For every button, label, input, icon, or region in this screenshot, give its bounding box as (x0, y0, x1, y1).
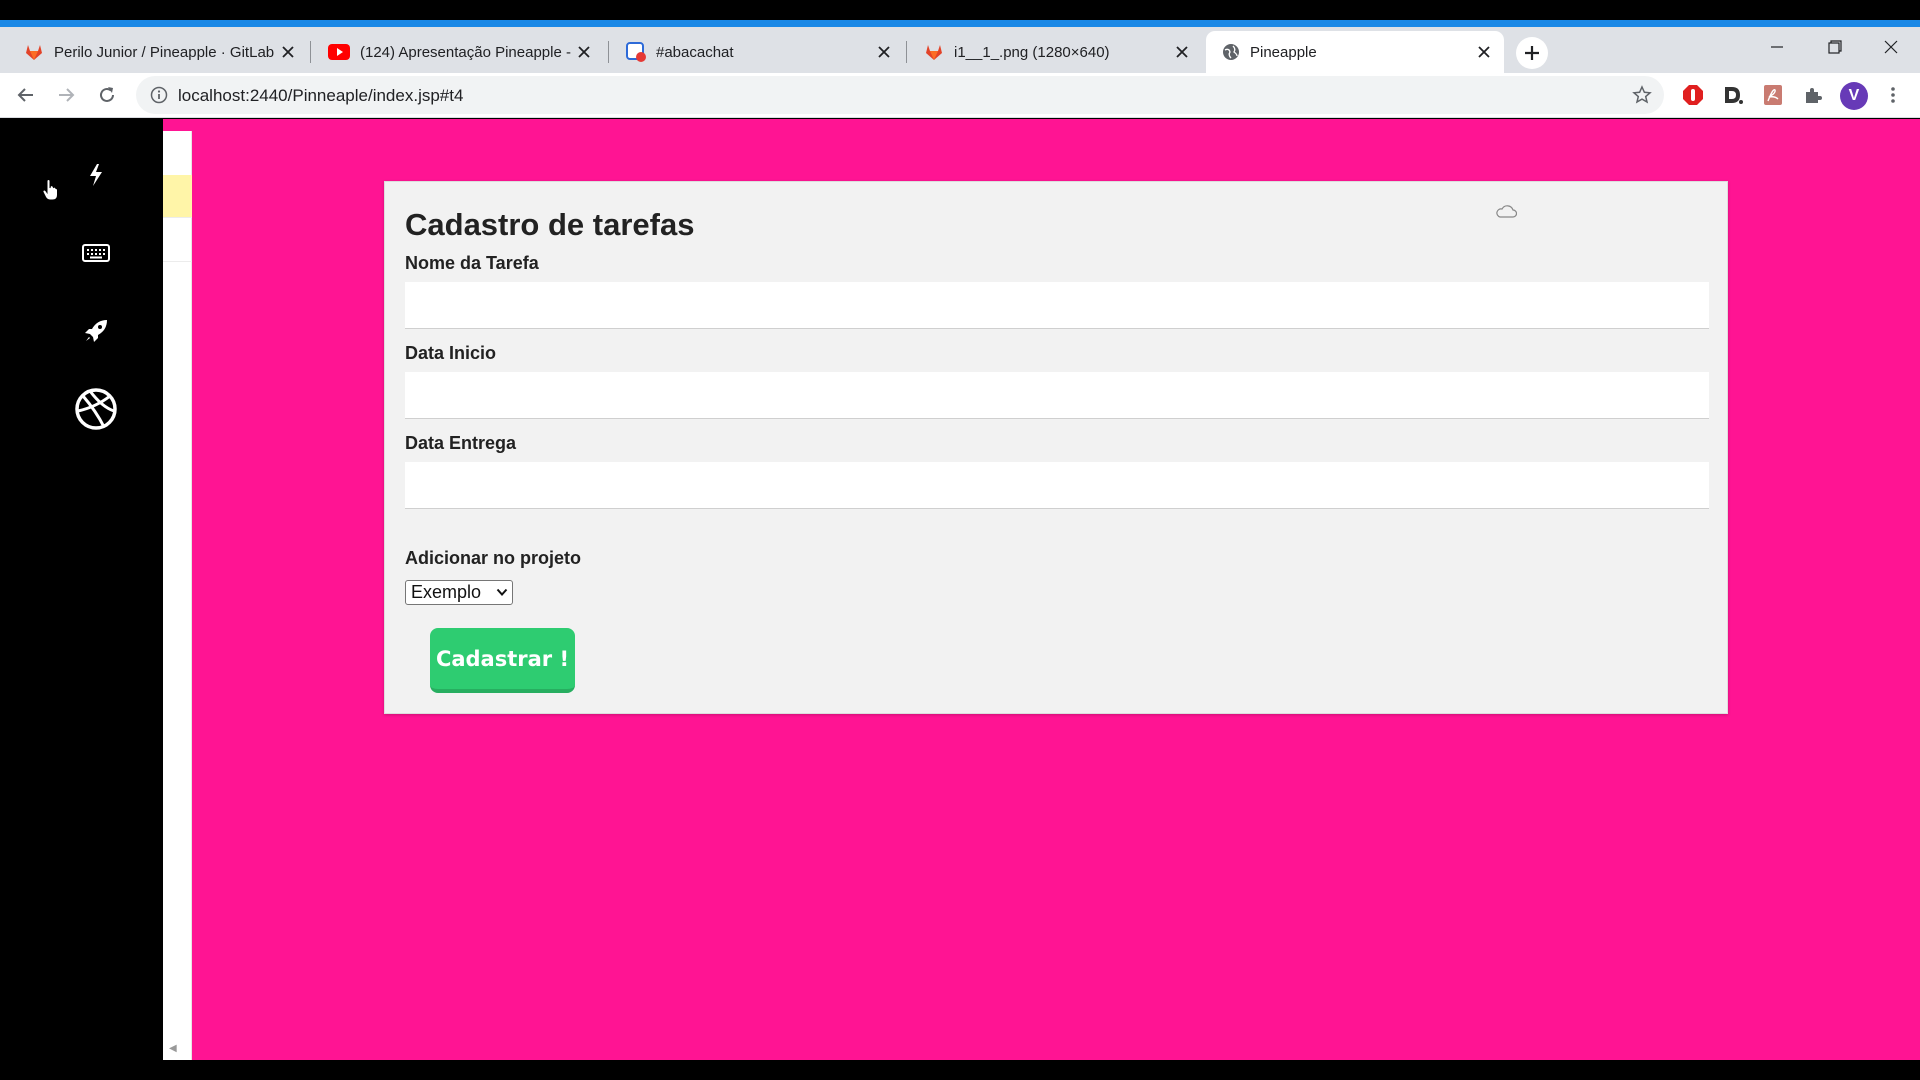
page-viewport: ◀ Cadastro de tarefas Nome da Tarefa Dat… (0, 119, 1920, 1060)
plus-icon (1525, 46, 1539, 60)
new-tab-button[interactable] (1516, 37, 1548, 69)
dribbble-icon (75, 388, 117, 430)
chat-icon (626, 42, 646, 62)
close-icon[interactable] (574, 42, 594, 62)
minimize-icon (1771, 46, 1783, 48)
task-form-card: Cadastro de tarefas Nome da Tarefa Data … (384, 181, 1728, 714)
start-date-label: Data Inicio (405, 343, 497, 363)
tab-title: (124) Apresentação Pineapple - E (360, 43, 574, 61)
profile-avatar[interactable]: V (1840, 82, 1868, 110)
close-icon[interactable] (1172, 42, 1192, 62)
sidebar-item-keyboard[interactable] (72, 229, 120, 277)
gitlab-icon (926, 45, 942, 60)
restore-icon (1828, 40, 1842, 54)
tab-abacachat[interactable]: #abacachat (610, 31, 904, 73)
task-name-input[interactable] (405, 282, 1709, 329)
close-icon[interactable] (278, 42, 298, 62)
tab-youtube[interactable]: (124) Apresentação Pineapple - E (312, 31, 604, 73)
minimize-button[interactable] (1748, 27, 1806, 67)
bottom-bar (0, 1060, 1920, 1080)
forward-button[interactable] (50, 79, 82, 111)
d-extension-icon[interactable] (1720, 82, 1746, 108)
arrow-right-icon (59, 88, 75, 102)
sidebar-item-rocket[interactable] (72, 307, 120, 355)
tab-image[interactable]: i1__1_.png (1280×640) (908, 31, 1202, 73)
reload-icon (100, 87, 114, 102)
highlighted-line (163, 175, 192, 217)
gitlab-icon (26, 45, 42, 60)
keyboard-icon (82, 244, 110, 262)
tab-title: i1__1_.png (1280×640) (954, 43, 1110, 61)
restore-button[interactable] (1806, 27, 1864, 67)
arrow-left-icon (17, 88, 33, 102)
delivery-date-label: Data Entrega (405, 433, 517, 453)
tab-gitlab-pineapple[interactable]: Perilo Junior / Pineapple · GitLab (8, 31, 308, 73)
tab-strip: Perilo Junior / Pineapple · GitLab (124)… (0, 27, 1920, 73)
youtube-icon (328, 44, 350, 60)
tab-separator (906, 41, 907, 63)
window-top-accent (0, 20, 1920, 27)
close-window-button[interactable] (1862, 27, 1920, 67)
scroll-left-arrow-icon[interactable]: ◀ (169, 1043, 177, 1054)
sidebar-item-dribbble[interactable] (72, 385, 120, 433)
line-divider (163, 261, 192, 262)
page-title: Cadastro de tarefas (405, 207, 695, 242)
tab-title: Pineapple (1250, 43, 1317, 61)
puzzle-extension-icon[interactable] (1800, 82, 1826, 108)
bookmark-star-icon[interactable] (1632, 85, 1652, 110)
pdf-extension-icon[interactable] (1760, 82, 1786, 108)
submit-button[interactable]: Cadastrar ! (430, 628, 575, 693)
tab-title: #abacachat (656, 43, 734, 61)
lightning-icon (90, 164, 102, 186)
hand-cursor-icon (42, 178, 58, 206)
sidebar-item-lightning[interactable] (72, 151, 120, 199)
editor-gutter-pane: ◀ (163, 131, 192, 1060)
start-date-input[interactable] (405, 372, 1709, 419)
url-text: localhost:2440/Pinneaple/index.jsp#t4 (178, 86, 464, 105)
tab-separator (310, 41, 311, 63)
project-select-value: Exemplo (411, 582, 482, 602)
tab-separator (608, 41, 609, 63)
browser-toolbar: localhost:2440/Pinneaple/index.jsp#t4 V (0, 73, 1920, 118)
task-name-label: Nome da Tarefa (405, 253, 539, 273)
reload-button[interactable] (91, 79, 123, 111)
globe-icon (1223, 44, 1239, 60)
chevron-down-icon (496, 588, 508, 596)
project-label: Adicionar no projeto (405, 548, 582, 568)
project-select[interactable]: Exemplo (405, 580, 513, 605)
tab-pineapple[interactable]: Pineapple (1206, 31, 1504, 73)
sidebar (0, 119, 163, 1060)
adblock-extension-icon[interactable] (1680, 82, 1706, 108)
close-icon (1884, 40, 1898, 54)
tab-title: Perilo Junior / Pineapple · GitLab (54, 43, 275, 61)
close-icon[interactable] (874, 42, 894, 62)
close-icon[interactable] (1474, 42, 1494, 62)
cloud-icon (1495, 204, 1518, 223)
back-button[interactable] (10, 79, 42, 111)
delivery-date-input[interactable] (405, 462, 1709, 509)
screen: Perilo Junior / Pineapple · GitLab (124)… (0, 0, 1920, 1080)
info-icon[interactable] (150, 86, 168, 109)
more-menu-icon[interactable] (1880, 82, 1906, 108)
line-divider (163, 217, 192, 218)
rocket-icon (85, 320, 107, 342)
address-bar[interactable]: localhost:2440/Pinneaple/index.jsp#t4 (136, 76, 1664, 114)
